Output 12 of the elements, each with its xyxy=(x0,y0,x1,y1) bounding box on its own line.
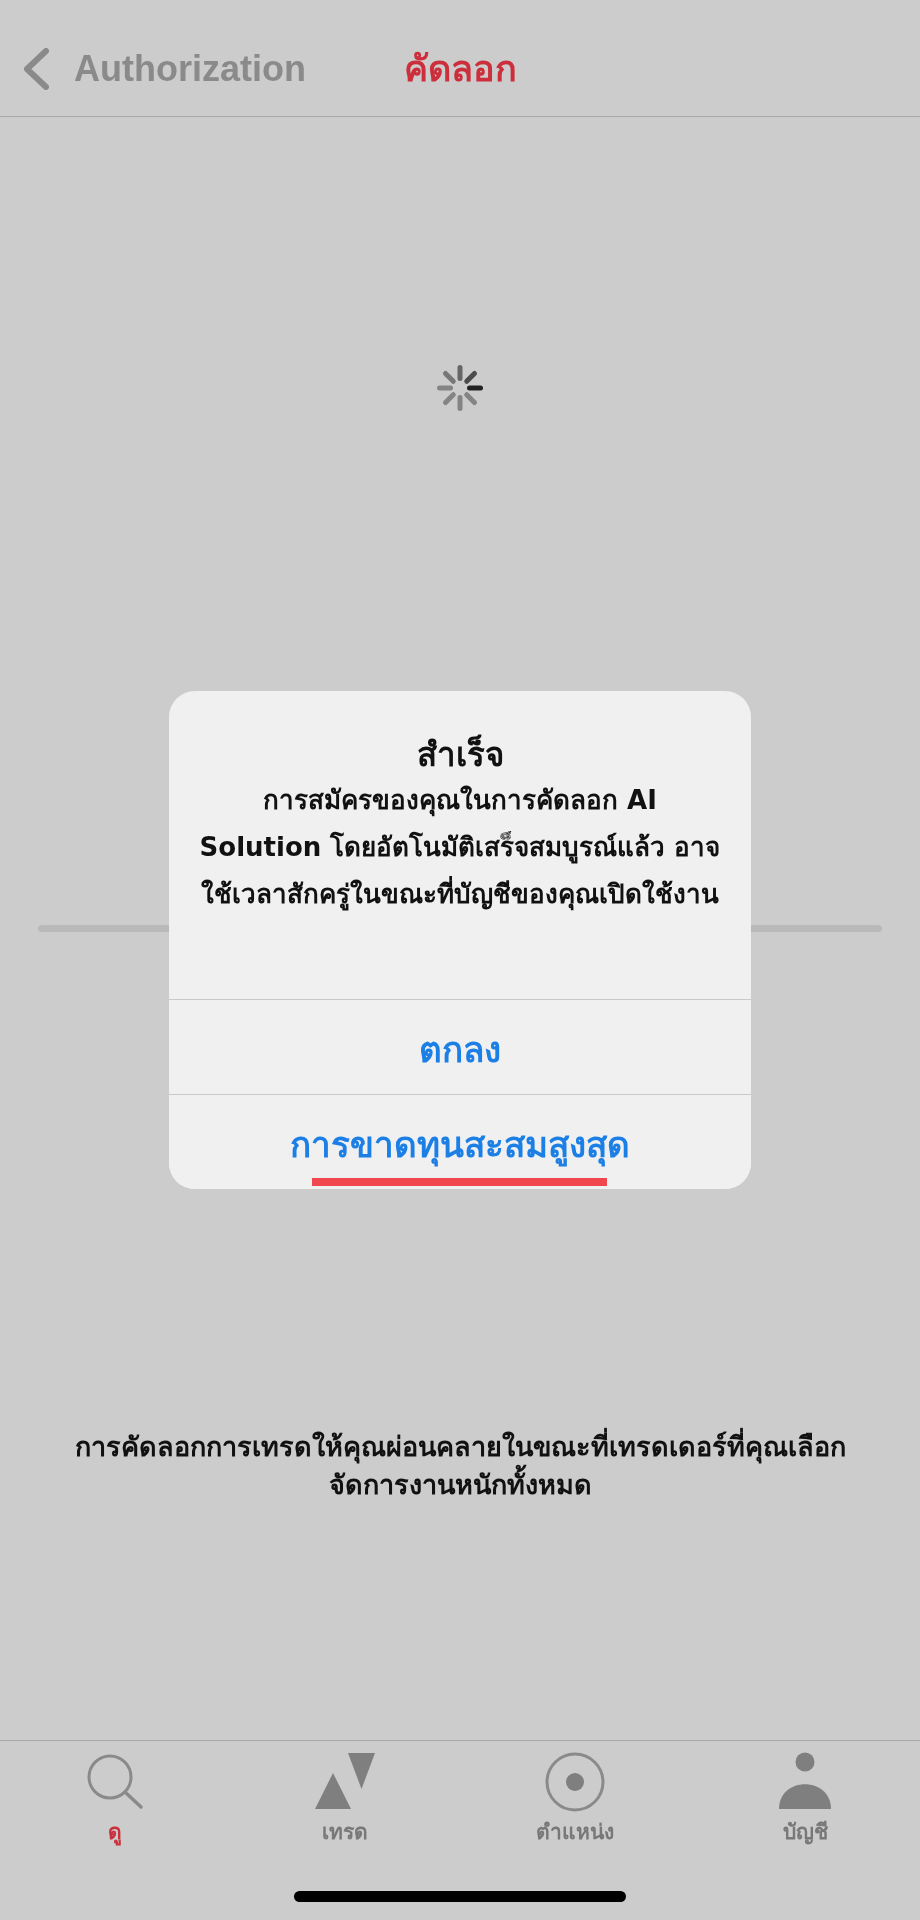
target-icon xyxy=(543,1750,607,1813)
page-title: คัดลอก xyxy=(403,46,517,91)
tab-bar-item[interactable]: ตำแหน่ง xyxy=(536,1750,614,1848)
description-text: การคัดลอกการเทรดให้คุณผ่อนคลายในขณะที่เทรดเดอร์ที่คุณเลือกจัดการงานหนักทั้งหมด xyxy=(40,1428,880,1504)
dialog-button[interactable]: การขาดทุนสะสมสูงสุด xyxy=(169,1094,751,1189)
dialog-title: สำเร็จ xyxy=(415,733,505,775)
tab-bar-item[interactable]: เทรด xyxy=(313,1750,377,1848)
chevron-left-icon xyxy=(22,48,50,90)
tab-bar-item[interactable]: บัญชี xyxy=(773,1750,837,1848)
dialog-message: การสมัครของคุณในการคัดลอก AI Solution โดยอัตโนมัติเสร็จสมบูรณ์แล้ว อาจใช้เวลาสักครู่ในขณะที่บัญชีของคุณเปิดใช้งาน xyxy=(198,784,722,913)
tab-bar-item[interactable]: ดู xyxy=(83,1750,147,1848)
back-button[interactable]: Authorization xyxy=(22,47,306,91)
